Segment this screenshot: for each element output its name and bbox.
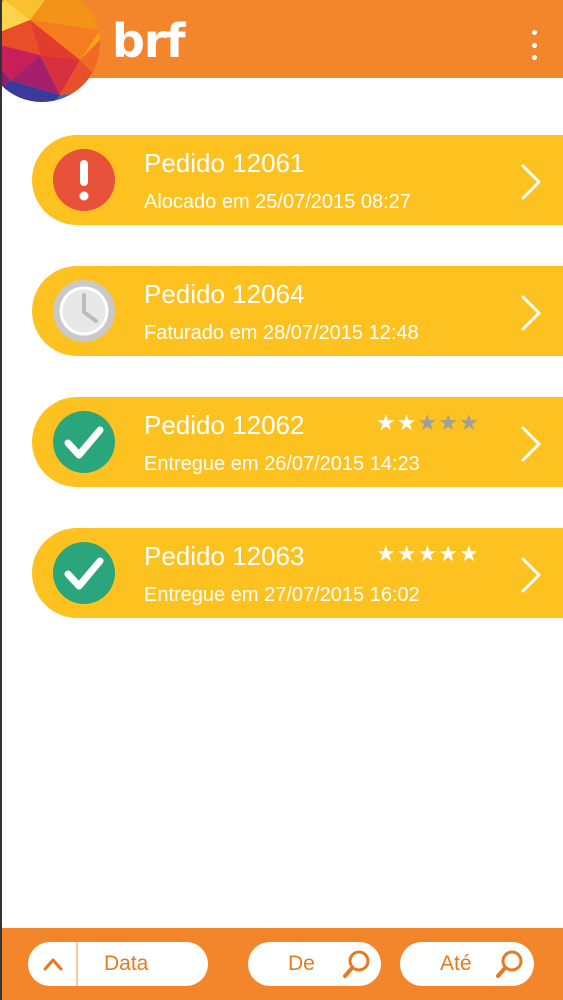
order-card[interactable]: Pedido 12064 Faturado em 28/07/2015 12:4… [32, 266, 563, 356]
date-from-label: De [288, 952, 315, 975]
star-empty-icon: ★ [417, 411, 439, 436]
order-status-text: Alocado em 25/07/2015 08:27 [144, 191, 411, 213]
check-icon [53, 542, 115, 604]
screen-edge [0, 0, 2, 1000]
sort-by-date-button[interactable]: Data [28, 942, 208, 986]
filter-bar: Data De Até [0, 928, 563, 1000]
order-list: Pedido 12061 Alocado em 25/07/2015 08:27… [32, 135, 563, 659]
search-icon[interactable] [341, 948, 373, 980]
clock-icon [53, 280, 115, 342]
order-title: Pedido 12064 [144, 279, 305, 309]
star-filled-icon: ★ [458, 542, 480, 567]
order-status-text: Entregue em 26/07/2015 14:23 [144, 453, 420, 475]
search-icon[interactable] [494, 948, 526, 980]
order-card[interactable]: Pedido 12061 Alocado em 25/07/2015 08:27 [32, 135, 563, 225]
date-to-label: Até [440, 952, 472, 975]
date-from-field[interactable]: De [248, 942, 381, 986]
app-bar: brf [0, 0, 563, 102]
star-filled-icon: ★ [376, 542, 397, 567]
star-filled-icon: ★ [376, 411, 397, 436]
order-card[interactable]: Pedido 12062 ★★★★★ Entregue em 26/07/201… [32, 397, 563, 487]
chevron-right-icon [521, 426, 541, 462]
order-card[interactable]: Pedido 12063 ★★★★★ Entregue em 27/07/201… [32, 528, 563, 618]
brf-logo-icon [0, 0, 100, 102]
more-vert-icon[interactable] [527, 30, 541, 60]
star-empty-icon: ★ [458, 411, 480, 436]
chevron-up-icon [43, 958, 63, 971]
order-title: Pedido 12062 [144, 410, 305, 440]
star-filled-icon: ★ [417, 542, 439, 567]
chevron-right-icon [521, 164, 541, 200]
rating-stars: ★★★★★ [376, 411, 480, 437]
check-icon [53, 411, 115, 473]
rating-stars: ★★★★★ [376, 542, 480, 568]
chevron-right-icon [521, 295, 541, 331]
order-status-text: Faturado em 28/07/2015 12:48 [144, 322, 419, 344]
order-title: Pedido 12063 [144, 541, 305, 571]
star-filled-icon: ★ [438, 542, 459, 567]
date-to-field[interactable]: Até [400, 942, 534, 986]
star-filled-icon: ★ [396, 411, 418, 436]
sort-label: Data [104, 952, 149, 975]
chevron-right-icon [521, 557, 541, 593]
order-status-text: Entregue em 27/07/2015 16:02 [144, 584, 420, 606]
star-filled-icon: ★ [396, 542, 418, 567]
star-empty-icon: ★ [438, 411, 459, 436]
exclamation-icon [53, 149, 115, 211]
order-title: Pedido 12061 [144, 148, 305, 178]
sort-toggle[interactable] [28, 942, 78, 986]
brand-wordmark: brf [112, 14, 186, 68]
